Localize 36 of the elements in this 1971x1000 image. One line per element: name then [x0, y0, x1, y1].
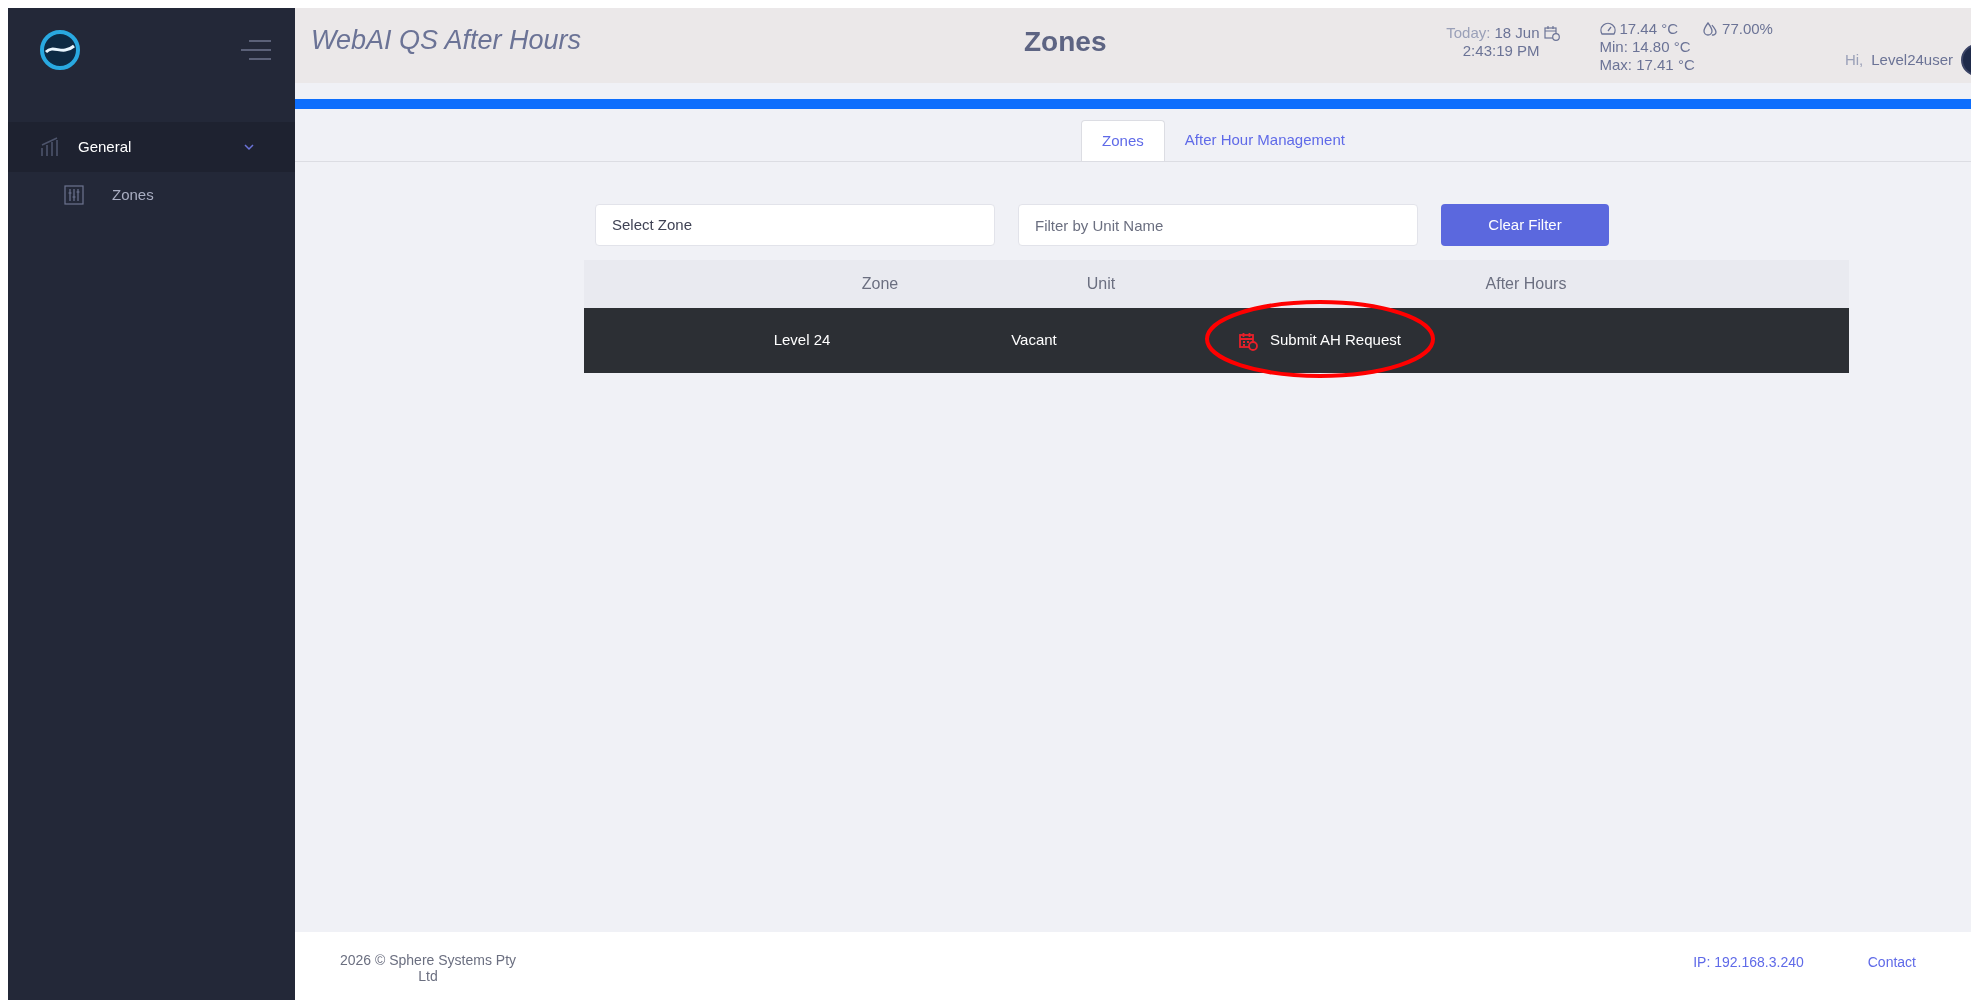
zone-cell-text: Level 24: [772, 330, 832, 351]
calendar-clock-icon: [1543, 25, 1560, 41]
column-header: After Hours: [1484, 274, 1568, 294]
tab[interactable]: Zones: [1081, 120, 1165, 161]
unit-filter-field[interactable]: Filter by Unit Name: [1018, 204, 1418, 246]
max-temperature: Max: 17.41 °C: [1599, 56, 1696, 74]
zone-select[interactable]: Select Zone: [595, 204, 995, 246]
clear-filter-button[interactable]: Clear Filter: [1441, 204, 1609, 246]
humidity-text: 77.00%: [1722, 20, 1773, 38]
ip-address: IP: 192.168.3.240: [1693, 953, 1804, 972]
date-text: 18 Jun: [1494, 24, 1540, 42]
app-title: WebAI QS After Hours: [311, 24, 583, 57]
sidebar-group-label: General: [78, 136, 132, 157]
time-text: 2:43:19 PM: [1462, 42, 1540, 60]
user-name: Level24user: [1871, 49, 1953, 70]
menu-icon[interactable]: [241, 39, 271, 61]
droplets-icon: [1702, 21, 1719, 37]
unit-cell-text: Vacant: [1010, 330, 1058, 351]
sliders-icon: [64, 185, 84, 205]
sidebar-group[interactable]: General: [8, 122, 295, 172]
logo-icon: [40, 30, 80, 70]
column-header: Zone: [860, 274, 900, 294]
calendar-clock-icon: [1238, 330, 1258, 351]
chevron-icon: [243, 143, 255, 151]
copyright-text: 2026 © Sphere Systems Pty Ltd: [338, 952, 518, 984]
sidebar-item-label: Zones: [112, 184, 154, 205]
today-label: Today:: [1446, 24, 1491, 42]
tab[interactable]: After Hour Management: [1164, 120, 1365, 161]
contact-link[interactable]: Contact: [1867, 952, 1916, 973]
sidebar-item[interactable]: Zones: [8, 172, 295, 218]
temperature-text: 17.44 °C: [1619, 20, 1679, 38]
min-temperature: Min: 14.80 °C: [1599, 38, 1692, 56]
gauge-icon: [1599, 22, 1616, 36]
column-header: Unit: [1085, 274, 1117, 294]
greeting-text: Hi,: [1844, 49, 1864, 70]
page-title: Zones: [1024, 25, 1107, 59]
